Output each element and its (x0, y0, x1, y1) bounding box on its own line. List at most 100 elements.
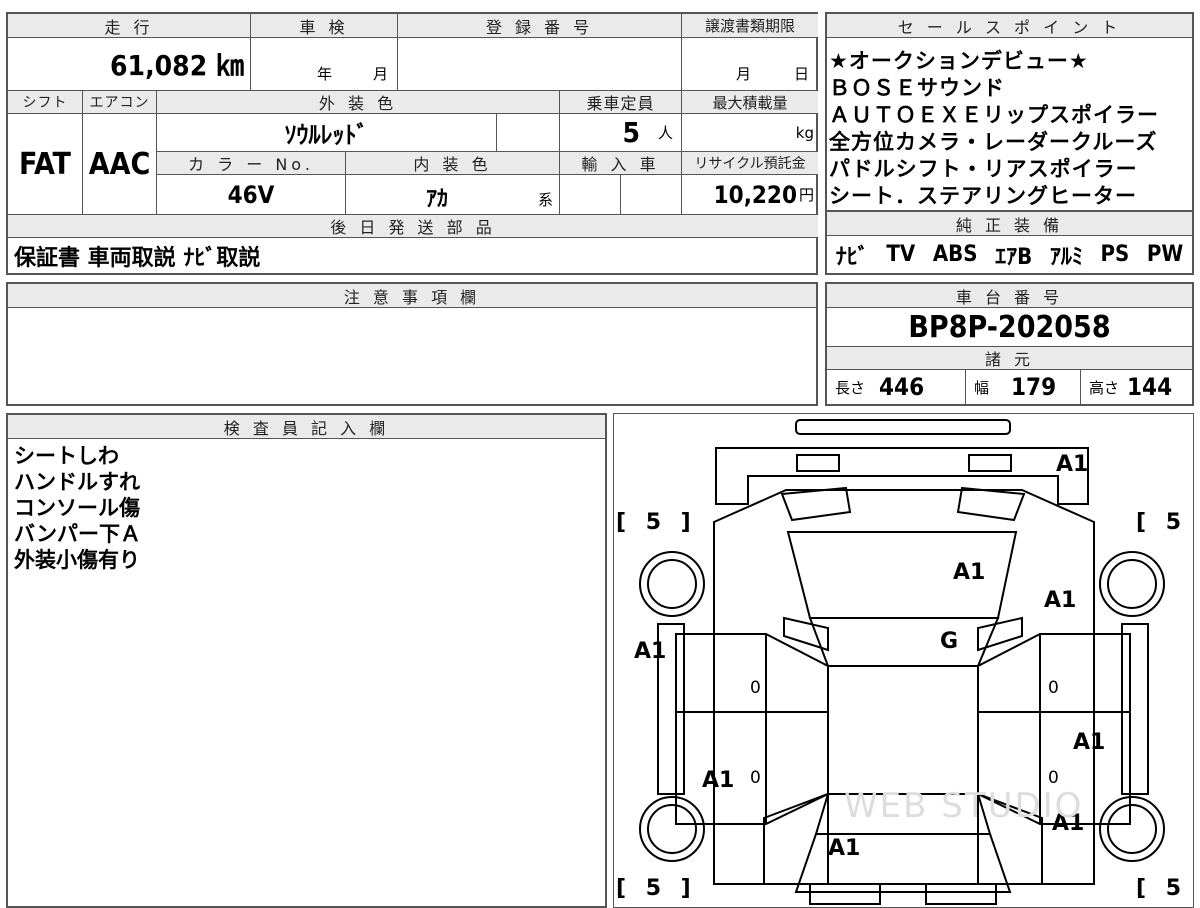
interior-color-suffix: 系 (537, 191, 553, 209)
inspection-month-unit: 月 (373, 65, 389, 83)
spec-length-label: 長さ (835, 378, 866, 397)
spec-height-value: 144 (1127, 373, 1173, 401)
tire-mark-fr: [ 5 ] (1136, 510, 1200, 535)
sales-points-panel: セ ー ル ス ポ イ ン ト ★オークションデビュー★ ＢＯＳＥサウンド ＡＵ… (825, 12, 1194, 212)
recycle-fee-value: 10,220 円 (681, 175, 818, 214)
interior-color-header: 内 装 色 (345, 151, 559, 175)
recycle-fee-number: 10,220 (713, 180, 797, 209)
registration-header: 登 録 番 号 (397, 14, 681, 38)
door-mark: 0 (750, 678, 761, 698)
shift-value: FAT (19, 146, 71, 182)
sales-point-line: ＢＯＳＥサウンド (829, 76, 1005, 100)
damage-rear-left-door: A1 (702, 768, 735, 793)
sales-point-line: 全方位カメラ・レーダークルーズ (829, 130, 1158, 154)
car-diagram (639, 419, 1165, 905)
inspector-note: シートしわ (14, 444, 119, 468)
damage-front-bumper: A1 (1056, 452, 1089, 477)
inspector-panel: 検 査 員 記 入 欄 シートしわ ハンドルすれ コンソール傷 バンパー下Ａ 外… (6, 413, 607, 908)
aircon-value: AAC (82, 114, 156, 214)
import-car-value-2 (620, 175, 681, 214)
mileage-value: 61,082 ㎞ (110, 49, 244, 82)
door-mark: 0 (1048, 768, 1059, 788)
door-mark: 0 (1048, 678, 1059, 698)
damage-windshield: G (940, 629, 959, 654)
spec-height-label: 高さ (1089, 378, 1120, 397)
spec-length: 長さ 446 (827, 370, 965, 404)
exterior-color-value: ｿｳﾙﾚｯﾄﾞ (156, 114, 496, 151)
equipment-item: ｴｱB (995, 244, 1033, 270)
spec-width-value: 179 (1011, 373, 1057, 401)
inspection-header: 車 検 (250, 14, 397, 38)
mileage-header: 走 行 (8, 14, 250, 38)
registration-value (397, 38, 681, 90)
capacity-unit: 人 (657, 124, 673, 142)
tire-mark-rl: [ 5 ] (616, 876, 697, 901)
sales-point-line: ＡＵＴＯＥＸＥリップスポイラー (829, 103, 1159, 127)
later-parts-header: 後 日 発 送 部 品 (8, 214, 818, 238)
damage-hood: A1 (953, 560, 986, 585)
max-load-unit: kg (795, 123, 814, 142)
exterior-color-extra (496, 114, 559, 151)
import-car-value (559, 175, 620, 214)
interior-color-value: ｱｶ 系 (345, 175, 559, 214)
equipment-item: PS (1100, 242, 1130, 267)
caution-panel: 注 意 事 項 欄 (6, 282, 818, 406)
door-mark: 0 (750, 768, 761, 788)
equipment-item: PW (1146, 242, 1184, 267)
chassis-number: BP8P-202058 (908, 309, 1111, 345)
sales-point-line: ★オークションデビュー★ (829, 49, 1089, 73)
max-load-header: 最大積載量 (681, 90, 818, 114)
chassis-panel: 車 台 番 号 BP8P-202058 諸 元 長さ 446 幅 179 高さ … (825, 282, 1194, 406)
specs-header: 諸 元 (827, 346, 1192, 370)
vehicle-info-panel: 走 行 車 検 登 録 番 号 譲渡書類期限 61,082 ㎞ 年 月 月 日 … (6, 12, 818, 275)
car-diagram-panel: [ 5 ] [ 5 ] [ 5 ] [ 5 ] A1 A1 A1 G A1 A1… (613, 413, 1200, 908)
capacity-number: 5 (622, 116, 640, 149)
equipment-item: TV (886, 242, 916, 267)
interior-color-text: ｱｶ (426, 187, 449, 212)
sales-points-list: ★オークションデビュー★ ＢＯＳＥサウンド ＡＵＴＯＥＸＥリップスポイラー 全方… (829, 48, 1159, 210)
genuine-equipment-header: 純 正 装 備 (827, 212, 1192, 236)
caution-header: 注 意 事 項 欄 (8, 284, 816, 308)
transfer-day-unit: 日 (794, 65, 810, 83)
genuine-equipment-panel: 純 正 装 備 ﾅﾋﾞ TV ABS ｴｱB ｱﾙﾐ PS PW (825, 210, 1194, 275)
damage-trunk: A1 (828, 836, 861, 861)
shift-header: シフト (8, 90, 82, 114)
tire-mark-fl: [ 5 ] (616, 510, 697, 535)
sales-point-line: シート．ステアリングヒーター (829, 184, 1137, 208)
recycle-fee-header: リサイクル預託金 (681, 151, 818, 175)
import-car-header: 輸 入 車 (559, 151, 681, 175)
damage-front-left-fender: A1 (634, 639, 667, 664)
transfer-deadline-header: 譲渡書類期限 (681, 14, 818, 38)
inspector-note: ハンドルすれ (14, 470, 140, 494)
equipment-item: ｱﾙﾐ (1049, 244, 1083, 270)
damage-front-right-fender: A1 (1044, 588, 1077, 613)
watermark: WEB STUDIO (844, 786, 1084, 826)
spec-width-label: 幅 (974, 378, 990, 397)
spec-width: 幅 179 (965, 370, 1080, 404)
capacity-header: 乗車定員 (559, 90, 681, 114)
inspector-note: 外装小傷有り (14, 548, 140, 572)
recycle-fee-unit: 円 (798, 186, 814, 204)
sales-point-line: パドルシフト・リアスポイラー (829, 157, 1138, 181)
color-no-value: 46V (156, 175, 345, 214)
transfer-deadline-value: 月 日 (681, 38, 818, 90)
inspector-header: 検 査 員 記 入 欄 (8, 415, 605, 439)
inspector-note: バンパー下Ａ (14, 522, 142, 546)
inspector-note: コンソール傷 (14, 496, 140, 520)
inspector-notes: シートしわ ハンドルすれ コンソール傷 バンパー下Ａ 外装小傷有り (14, 443, 141, 573)
genuine-equipment-list: ﾅﾋﾞ TV ABS ｴｱB ｱﾙﾐ PS PW (827, 236, 1192, 273)
later-parts-value: 保証書 車両取説 ﾅﾋﾞ取説 (14, 246, 261, 271)
aircon-header: エアコン (82, 90, 156, 114)
inspection-year-unit: 年 (317, 65, 333, 83)
chassis-header: 車 台 番 号 (827, 284, 1192, 308)
spec-height: 高さ 144 (1080, 370, 1192, 404)
color-no-header: カ ラ ー No. (156, 151, 345, 175)
capacity-value: 5 人 (559, 114, 681, 151)
equipment-item: ABS (932, 242, 978, 267)
transfer-month-unit: 月 (736, 65, 752, 83)
exterior-color-header: 外 装 色 (156, 90, 559, 114)
sales-points-header: セ ー ル ス ポ イ ン ト (827, 14, 1192, 38)
equipment-item: ﾅﾋﾞ (835, 244, 869, 270)
damage-rear-right-door: A1 (1073, 730, 1106, 755)
tire-mark-rr: [ 5 ] (1136, 876, 1200, 901)
